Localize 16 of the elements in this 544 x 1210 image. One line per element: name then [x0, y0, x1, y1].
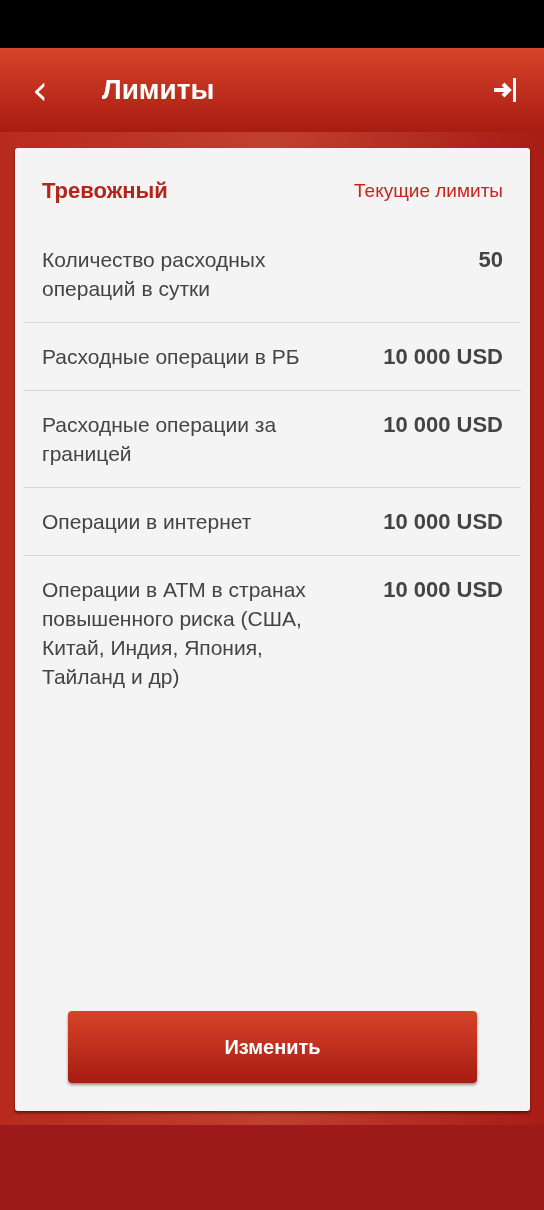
limit-value: 10 000 USD	[383, 508, 503, 536]
limit-label: Количество расходных операций в сутки	[42, 247, 267, 302]
limit-label: Операции в интернет	[42, 509, 252, 535]
limit-label: Расходные операции в РБ	[42, 344, 300, 370]
limit-value: 10 000 USD	[383, 576, 503, 604]
profile-name: Тревожный	[42, 178, 168, 204]
current-limits-link[interactable]: Текущие лимиты	[354, 180, 503, 202]
logout-icon[interactable]	[492, 77, 518, 103]
limit-value: 10 000 USD	[383, 411, 503, 439]
limit-label: Расходные операции за границей	[42, 412, 278, 467]
change-button[interactable]: Изменить	[68, 1011, 477, 1083]
limit-value: 50	[478, 246, 503, 274]
limit-value: 10 000 USD	[383, 343, 503, 371]
page-title: Лимиты	[102, 74, 216, 106]
back-button[interactable]: ‹	[28, 70, 52, 110]
limit-label: Операции в АТМ в странах повышенного риска (США, Китай, Индия, Япония, Тайланд и др)	[42, 577, 307, 690]
